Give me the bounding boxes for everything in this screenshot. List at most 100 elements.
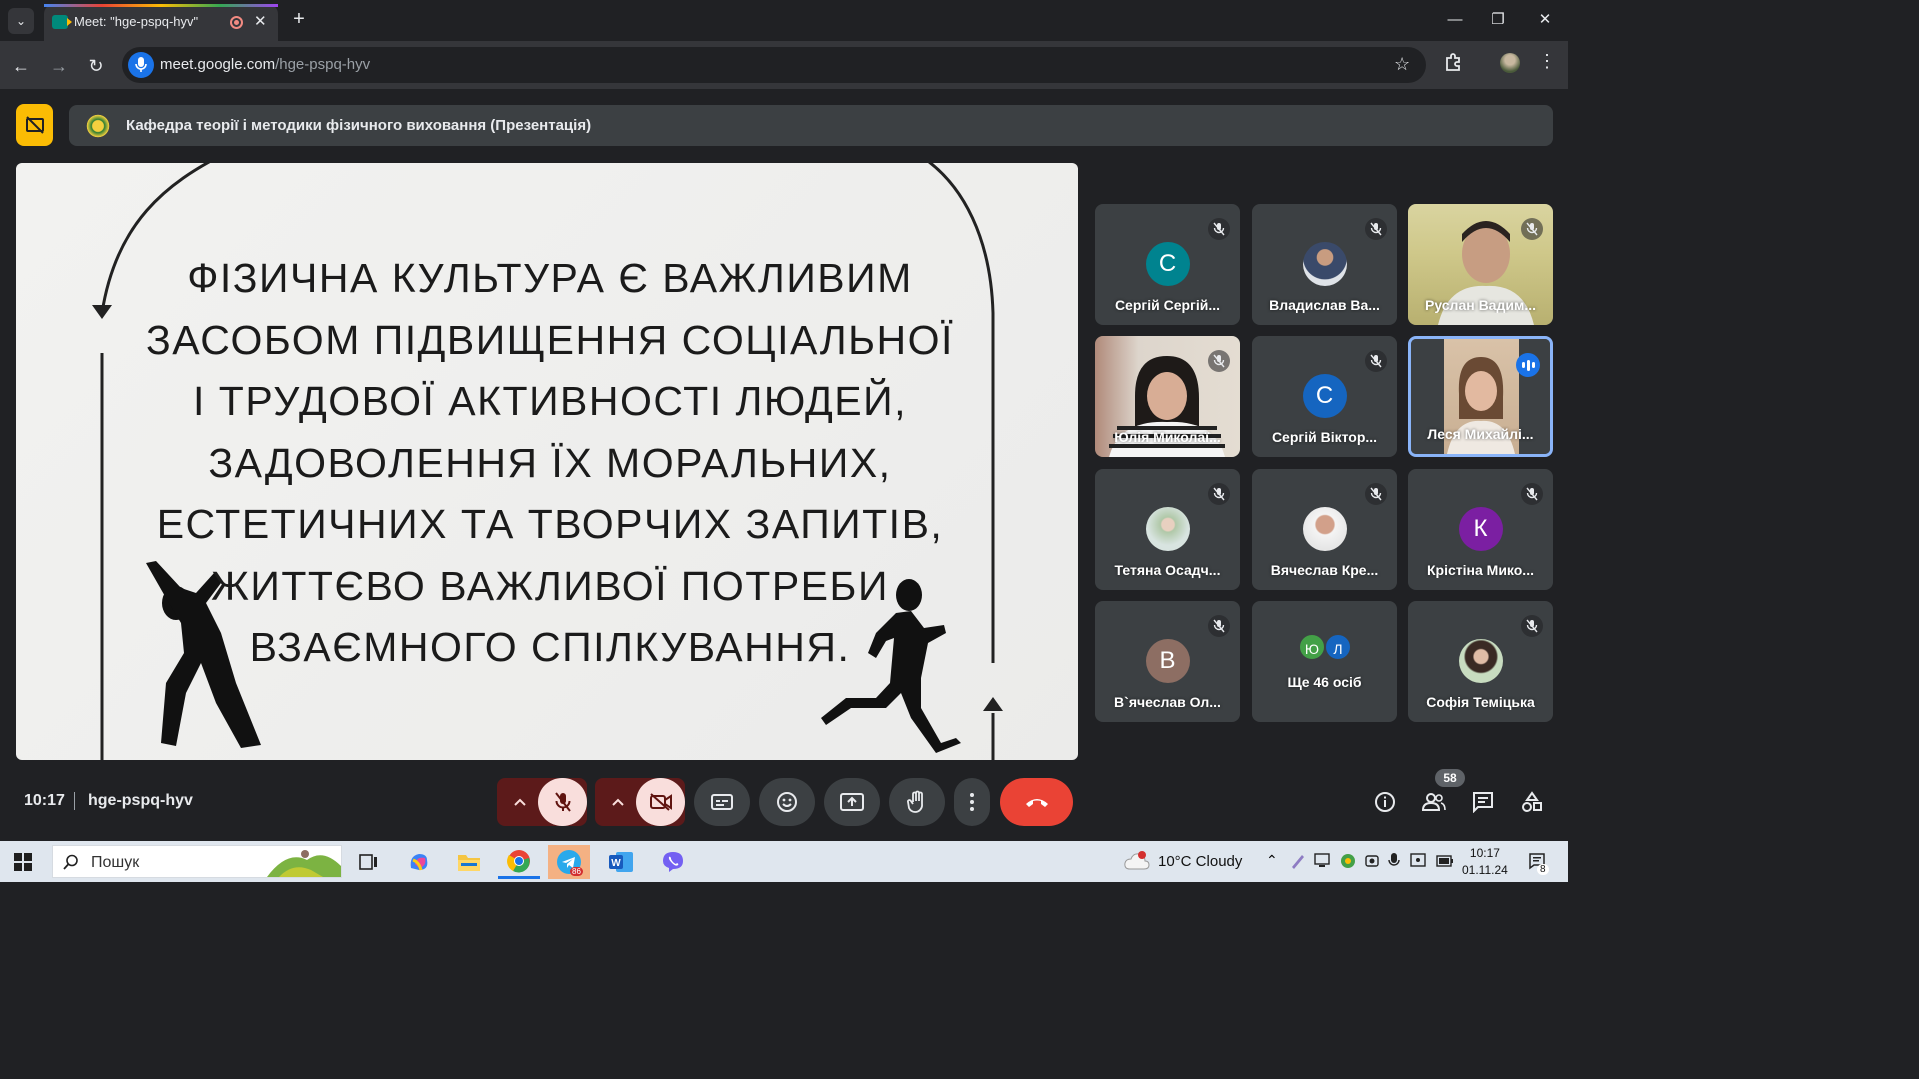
copilot-icon[interactable] xyxy=(398,845,440,879)
telegram-badge: 86 xyxy=(570,867,583,876)
participant-tile[interactable]: Тетяна Осадч... xyxy=(1095,469,1240,590)
present-screen-button[interactable] xyxy=(824,778,880,826)
camera-tray-icon[interactable] xyxy=(1364,853,1380,869)
participant-avatar: К xyxy=(1458,507,1503,551)
microphone-toggle-button[interactable] xyxy=(538,778,587,826)
notification-count: 8 xyxy=(1537,864,1549,875)
video-options-chevron-icon[interactable] xyxy=(603,778,633,826)
emoji-icon xyxy=(777,792,797,812)
people-icon[interactable] xyxy=(1421,789,1447,815)
presentation-toggle-icon[interactable] xyxy=(16,104,53,146)
participant-name: Юлія Миколаї... xyxy=(1114,429,1221,445)
participant-name: Софія Теміцька xyxy=(1426,694,1535,710)
camera-toggle-button[interactable] xyxy=(636,778,685,826)
chat-icon[interactable] xyxy=(1470,789,1496,815)
search-icon xyxy=(63,854,78,870)
chrome-taskbar-icon[interactable] xyxy=(498,845,540,879)
meeting-time: 10:17 xyxy=(24,792,65,809)
profile-avatar[interactable] xyxy=(1500,53,1520,73)
forward-arrow-icon[interactable]: → xyxy=(46,53,72,79)
hang-up-icon xyxy=(1025,799,1048,807)
wifi-icon[interactable] xyxy=(1410,853,1428,869)
participant-avatar: В xyxy=(1145,639,1190,683)
participant-tile[interactable]: Владислав Ва... xyxy=(1252,204,1397,325)
captions-icon xyxy=(711,794,733,810)
more-options-button[interactable] xyxy=(954,778,990,826)
participant-mini-avatar: Ю xyxy=(1298,633,1326,661)
weather-cloud-icon[interactable] xyxy=(1124,851,1150,871)
captions-button[interactable] xyxy=(694,778,750,826)
taskbar-clock[interactable]: 10:17 01.11.24 xyxy=(1462,845,1508,879)
participant-name: Леся Михайлі... xyxy=(1427,426,1534,442)
meeting-code: hge-pspq-hyv xyxy=(88,792,193,809)
clock-time: 10:17 xyxy=(1469,846,1500,860)
participant-tile[interactable]: В В`ячеслав Ол... xyxy=(1095,601,1240,722)
address-bar[interactable]: meet.google.com/hge-pspq-hyv ☆ xyxy=(122,47,1426,83)
windows-start-icon[interactable] xyxy=(14,853,32,871)
more-participants-tile[interactable]: Ю Л Ще 46 осіб xyxy=(1252,601,1397,722)
tab-title: Meet: "hge-pspq-hyv" xyxy=(74,14,199,29)
word-taskbar-icon[interactable]: W xyxy=(600,845,642,879)
tray-overflow-chevron-icon[interactable]: ⌃ xyxy=(1266,852,1278,869)
file-explorer-icon[interactable] xyxy=(448,845,490,879)
activities-icon[interactable] xyxy=(1519,789,1545,815)
window-minimize-button[interactable]: — xyxy=(1440,8,1470,32)
back-arrow-icon[interactable]: ← xyxy=(8,53,34,79)
participant-tile[interactable]: К Крістіна Мико... xyxy=(1408,469,1553,590)
browser-tab-strip: ⌄ Meet: "hge-pspq-hyv" ✕ + — ❐ ✕ xyxy=(0,0,1568,41)
viber-taskbar-icon[interactable] xyxy=(652,845,694,879)
meeting-details-icon[interactable] xyxy=(1372,789,1398,815)
tab-close-icon[interactable]: ✕ xyxy=(254,12,267,30)
extensions-puzzle-icon[interactable] xyxy=(1444,52,1464,74)
mic-in-use-icon[interactable] xyxy=(128,52,154,78)
search-label: Пошук xyxy=(91,854,140,871)
participant-name: Владислав Ва... xyxy=(1269,297,1380,313)
browser-menu-icon[interactable]: ⋮ xyxy=(1538,51,1556,72)
mic-off-icon xyxy=(1521,483,1543,505)
leave-call-button[interactable] xyxy=(1000,778,1073,826)
battery-icon[interactable] xyxy=(1436,855,1454,867)
participant-tile-active-speaker[interactable]: Леся Михайлі... xyxy=(1408,336,1553,457)
participant-photo xyxy=(1302,242,1347,286)
window-restore-button[interactable]: ❐ xyxy=(1483,8,1513,32)
more-participants-label: Ще 46 осіб xyxy=(1287,674,1362,690)
participant-tile[interactable]: С Сергій Сергій... xyxy=(1095,204,1240,325)
recording-indicator-icon xyxy=(230,16,243,29)
new-tab-button[interactable]: + xyxy=(286,7,312,33)
presenter-logo-icon xyxy=(85,113,111,139)
reactions-button[interactable] xyxy=(759,778,815,826)
presentation-header: Кафедра теорії і методики фізичного вихо… xyxy=(69,105,1553,146)
participant-tile[interactable]: С Сергій Віктор... xyxy=(1252,336,1397,457)
camera-off-icon xyxy=(649,793,672,811)
window-close-button[interactable]: ✕ xyxy=(1530,8,1560,32)
microphone-tray-icon[interactable] xyxy=(1388,852,1400,870)
more-vert-icon xyxy=(970,793,974,811)
meet-favicon-icon xyxy=(52,15,72,29)
raise-hand-button[interactable] xyxy=(889,778,945,826)
participant-name: Руслан Вадим... xyxy=(1424,297,1536,313)
bookmark-star-icon[interactable]: ☆ xyxy=(1394,54,1410,75)
mic-off-icon xyxy=(1208,615,1230,637)
tab-search-chevron-icon[interactable]: ⌄ xyxy=(8,8,34,34)
participant-tile[interactable]: Вячеслав Кре... xyxy=(1252,469,1397,590)
participant-name: Крістіна Мико... xyxy=(1427,562,1534,578)
people-count-badge: 58 xyxy=(1435,769,1465,787)
pen-icon[interactable] xyxy=(1290,853,1306,869)
audio-options-chevron-icon[interactable] xyxy=(505,778,535,826)
mic-off-icon xyxy=(1521,218,1543,240)
participant-tile[interactable]: Софія Теміцька xyxy=(1408,601,1553,722)
telegram-taskbar-icon[interactable]: 86 xyxy=(548,845,590,879)
browser-tab-meet[interactable]: Meet: "hge-pspq-hyv" ✕ xyxy=(44,4,278,41)
weather-text[interactable]: 10°C Cloudy xyxy=(1158,853,1242,870)
participant-tile[interactable]: Руслан Вадим... xyxy=(1408,204,1553,325)
task-view-icon[interactable] xyxy=(348,845,390,879)
reload-icon[interactable]: ↻ xyxy=(83,53,109,79)
participant-name: Вячеслав Кре... xyxy=(1270,562,1379,578)
mic-off-icon xyxy=(1365,483,1387,505)
participant-name: Тетяна Осадч... xyxy=(1114,562,1221,578)
participant-tile[interactable]: Юлія Миколаї... xyxy=(1095,336,1240,457)
network-monitor-icon[interactable] xyxy=(1314,853,1332,869)
taskbar-search[interactable]: Пошук xyxy=(52,845,342,878)
tray-app-icon[interactable] xyxy=(1340,853,1356,869)
mic-off-icon xyxy=(1208,218,1230,240)
